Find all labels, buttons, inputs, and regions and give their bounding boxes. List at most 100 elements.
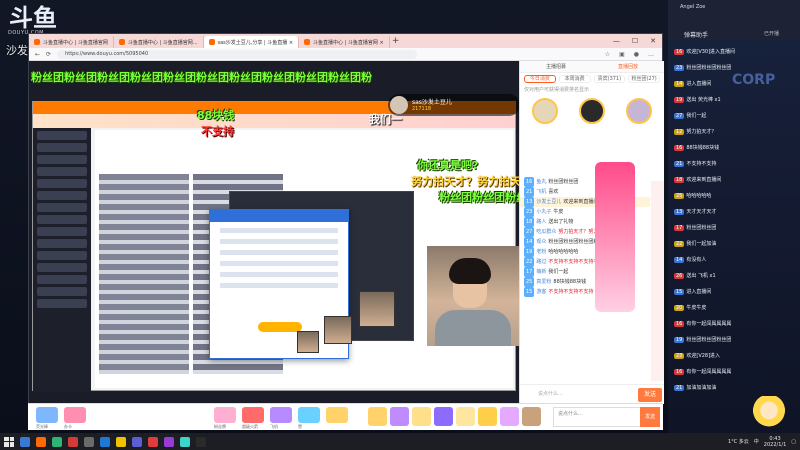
wechat-icon[interactable] [52,436,62,447]
tab-fans[interactable]: 粉丝团(27) [628,75,660,83]
level-badge: 19 [674,337,685,343]
edge-icon[interactable] [100,436,110,447]
level-badge: 21 [674,161,685,167]
taskbar: 1°C 多云 中 0:43 2022/1/1 ▢ [0,433,800,450]
start-icon[interactable] [4,436,14,447]
overlay-danmu-text: 不支持不支持 [686,161,717,167]
gift-icon[interactable] [64,407,86,423]
stream-video[interactable]: sas沙发土豆儿 217118 粉丝团粉丝团粉丝团粉丝团粉丝团粉丝团粉丝团粉丝团… [29,61,519,404]
event-promo-banner[interactable] [595,162,635,312]
douyu-favicon-icon [34,39,40,45]
chat-input-area: 说点什么… 发送 [520,384,664,404]
overlay-danmu-line: 22 我们一起加油 [674,240,794,247]
app-icon[interactable] [148,436,158,447]
notification-icon[interactable]: ▢ [791,439,796,445]
gift-icon[interactable] [456,407,475,426]
gift-icon[interactable] [36,407,58,423]
tab-replay[interactable]: 直播回放 [592,61,664,72]
app-icon[interactable] [68,436,78,447]
chat-nickname[interactable]: 沙发土豆儿 [536,199,561,205]
tab-label: sas沙发土豆儿,分享 | 斗鱼直播 × [217,39,294,46]
url-input[interactable]: https://www.douyu.com/5095040 [57,49,418,59]
new-tab-button[interactable]: + [390,36,402,46]
app-icon[interactable] [164,436,174,447]
gift-icon[interactable] [326,407,348,423]
gift-icon[interactable] [298,407,320,423]
level-badge: 16 [674,49,685,55]
gift-icon[interactable] [478,407,497,426]
overlay-danmu-line: 20 牛皮牛皮 [674,304,794,311]
language-indicator[interactable]: 中 [754,438,759,445]
tab-today[interactable]: 今日消费 [524,75,556,83]
chat-nickname[interactable]: 老粉 [536,249,546,255]
rank-avatar[interactable] [578,98,605,124]
chat-nickname[interactable]: 鱼丸 [536,179,546,185]
tab-recruit[interactable]: 主播招募 [520,61,592,72]
gift-icon[interactable] [214,407,236,423]
danmu-comment: 88块钱 [197,109,235,122]
browser-tab-4[interactable]: 斗鱼直播中心 | 斗鱼直播官网 × [299,36,390,48]
douyu-favicon-icon [208,39,215,45]
obs-icon[interactable] [196,436,206,447]
gift-icon[interactable] [242,407,264,423]
overlay-danmu-text: 送出 飞机 x1 [686,273,716,279]
tab-week[interactable]: 本周消费 [558,75,591,83]
maximize-button[interactable]: ☐ [632,37,638,45]
douyu-app-icon[interactable] [36,436,46,447]
gift-icon[interactable] [412,407,431,426]
browser-tab-1[interactable]: 斗鱼直播中心 | 斗鱼直播官网 [29,36,114,48]
search-icon[interactable] [20,436,30,447]
app-icon[interactable] [180,436,190,447]
minimize-button[interactable]: — [613,37,620,45]
chat-nickname[interactable]: 真爱粉 [536,279,551,285]
level-badge: 14 [674,81,685,87]
gift-icon[interactable] [500,407,519,426]
chat-nickname[interactable]: 飞机 [536,189,546,195]
chat-nickname[interactable]: 游客 [536,289,546,295]
send-button[interactable]: 发送 [638,388,662,402]
browser-tab-2[interactable]: 斗鱼直播中心 | 斗鱼直播官网... [114,36,204,48]
level-badge: 23 [524,207,535,217]
tab-vip[interactable]: 贵宾(371) [593,75,626,83]
chat-nickname[interactable]: 观众 [536,239,546,245]
overlay-danmu-line: 16 欢迎[V30]进入直播间 [674,48,794,55]
collections-icon[interactable]: ▣ [619,51,625,58]
overlay-danmu-line: 26 送出 飞机 x1 [674,272,794,279]
gift-icon[interactable] [522,407,541,426]
level-badge: 25 [524,277,535,287]
app-icon[interactable] [132,436,142,447]
chat-nickname[interactable]: 路人 [536,219,546,225]
close-button[interactable]: ✕ [650,37,656,45]
rank-avatar[interactable] [625,98,652,124]
gift-icon[interactable] [270,407,292,423]
rank-avatar[interactable] [532,98,559,124]
profile-icon[interactable]: ● [634,51,639,58]
chat-text: 粉丝团粉丝团 [548,179,579,185]
chat-input[interactable]: 说点什么… [534,388,634,402]
favorite-icon[interactable]: ☆ [605,51,610,58]
reload-icon[interactable]: ⟳ [46,51,51,58]
browser-toolbar: ☆ ▣ ● … [605,51,662,58]
overlay-danmu-line: 25 哈哈哈哈哈 [674,192,794,199]
chat-nickname[interactable]: 路过 [536,259,546,265]
menu-icon[interactable]: … [648,51,654,58]
gift-icon[interactable] [390,407,409,426]
clock[interactable]: 0:43 2022/1/1 [764,436,786,448]
level-badge: 18 [674,177,685,183]
chat-nickname[interactable]: 小丸子 [536,209,551,215]
app-icon[interactable] [84,436,94,447]
streamer-facecam [427,246,519,346]
weather[interactable]: 1°C 多云 [728,438,749,445]
browser-tab-3-active[interactable]: sas沙发土豆儿,分享 | 斗鱼直播 × [203,36,300,48]
gift-icon[interactable] [434,407,453,426]
gift-send-button[interactable]: 发送 [640,407,660,427]
level-badge: 13 [524,197,535,207]
douyu-favicon-icon [118,39,125,45]
chat-nickname[interactable]: 萌新 [536,269,546,275]
gift-icon[interactable] [368,407,387,426]
chat-nickname[interactable]: 吃瓜群众 [536,229,556,235]
back-icon[interactable]: ← [35,51,40,58]
overlay-danmu-text: 粉丝团粉丝团 [686,225,717,231]
folder-icon[interactable] [116,436,126,447]
anchor-info[interactable]: sas沙发土豆儿 217118 [388,94,519,116]
